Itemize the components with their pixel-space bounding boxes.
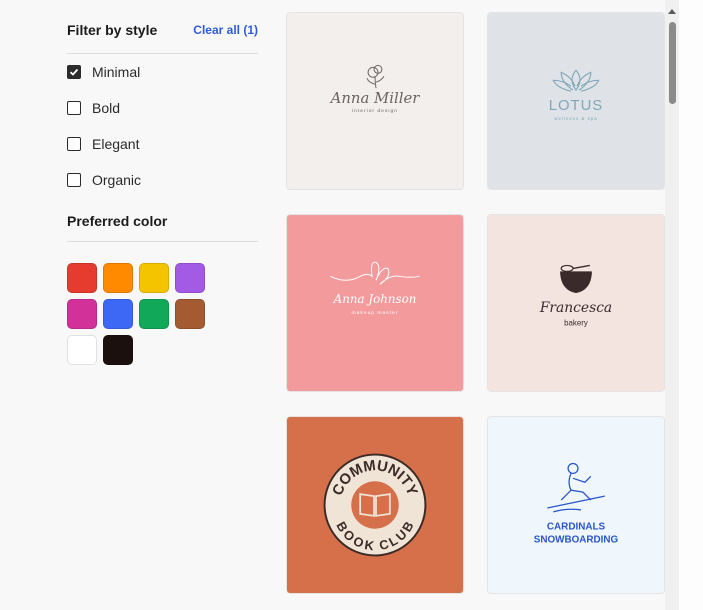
swatch-brown[interactable] bbox=[175, 299, 205, 329]
swatch-black[interactable] bbox=[103, 335, 133, 365]
logo-card-francesca[interactable]: Francesca bakery bbox=[487, 214, 665, 392]
style-option-elegant[interactable]: Elegant bbox=[67, 126, 258, 162]
swatch-orange[interactable] bbox=[103, 263, 133, 293]
badge-center bbox=[351, 481, 399, 529]
book-club-logo: COMMUNITY BOOK CLUB bbox=[287, 417, 463, 593]
logo-subtitle: bakery bbox=[564, 319, 588, 328]
checkbox-icon[interactable] bbox=[67, 137, 81, 151]
divider bbox=[67, 241, 258, 242]
logo-subtitle: SNOWBOARDING bbox=[534, 535, 619, 546]
logo-subtitle: interior design bbox=[352, 108, 398, 114]
logo-name: LOTUS bbox=[549, 98, 603, 114]
page-edge bbox=[679, 0, 703, 610]
filter-sidebar: Filter by style Clear all (1) Minimal Bo… bbox=[67, 0, 258, 365]
logo-card-cardinals[interactable]: CARDINALS SNOWBOARDING bbox=[487, 416, 665, 594]
style-option-label: Minimal bbox=[92, 64, 141, 80]
logo-card-anna-johnson[interactable]: Anna Johnson makeup master bbox=[286, 214, 464, 392]
color-header: Preferred color bbox=[67, 210, 258, 232]
style-option-organic[interactable]: Organic bbox=[67, 162, 258, 198]
swatch-yellow[interactable] bbox=[139, 263, 169, 293]
checkbox-icon[interactable] bbox=[67, 101, 81, 115]
logo-subtitle: makeup master bbox=[352, 310, 399, 316]
logo-card-anna-miller[interactable]: Anna Miller interior design bbox=[286, 12, 464, 190]
logo-name: Anna Miller bbox=[329, 90, 421, 107]
scrollbar-thumb[interactable] bbox=[669, 22, 676, 104]
lotus-logo: LOTUS wellness & spa bbox=[488, 13, 664, 189]
logo-name: CARDINALS bbox=[547, 522, 606, 533]
swatch-magenta[interactable] bbox=[67, 299, 97, 329]
style-options: Minimal Bold Elegant Organic bbox=[67, 54, 258, 198]
swatch-white[interactable] bbox=[67, 335, 97, 365]
logo-card-lotus[interactable]: LOTUS wellness & spa bbox=[487, 12, 665, 190]
checkbox-checked-icon[interactable] bbox=[67, 65, 81, 79]
logo-name: Anna Johnson bbox=[333, 292, 417, 306]
filter-title: Filter by style bbox=[67, 22, 158, 38]
style-option-label: Bold bbox=[92, 100, 121, 116]
swatch-green[interactable] bbox=[139, 299, 169, 329]
logo-name: Francesca bbox=[539, 300, 612, 316]
swatch-red[interactable] bbox=[67, 263, 97, 293]
logo-subtitle: wellness & spa bbox=[554, 116, 597, 121]
scrollbar[interactable] bbox=[665, 0, 679, 610]
style-option-label: Elegant bbox=[92, 136, 140, 152]
logo-card-book-club[interactable]: COMMUNITY BOOK CLUB bbox=[286, 416, 464, 594]
swatch-purple[interactable] bbox=[175, 263, 205, 293]
checkbox-icon[interactable] bbox=[67, 173, 81, 187]
clear-all-link[interactable]: Clear all (1) bbox=[193, 23, 258, 37]
style-option-minimal[interactable]: Minimal bbox=[67, 54, 258, 90]
style-option-label: Organic bbox=[92, 172, 142, 188]
anna-johnson-logo: Anna Johnson makeup master bbox=[287, 215, 463, 391]
swatch-blue[interactable] bbox=[103, 299, 133, 329]
cardinals-logo: CARDINALS SNOWBOARDING bbox=[488, 417, 664, 593]
filter-header: Filter by style Clear all (1) bbox=[67, 16, 258, 44]
style-option-bold[interactable]: Bold bbox=[67, 90, 258, 126]
color-swatches bbox=[67, 263, 258, 365]
francesca-logo: Francesca bakery bbox=[488, 215, 664, 391]
scroll-up-arrow-icon[interactable] bbox=[668, 9, 676, 14]
color-title: Preferred color bbox=[67, 213, 168, 229]
anna-miller-logo: Anna Miller interior design bbox=[287, 13, 463, 189]
